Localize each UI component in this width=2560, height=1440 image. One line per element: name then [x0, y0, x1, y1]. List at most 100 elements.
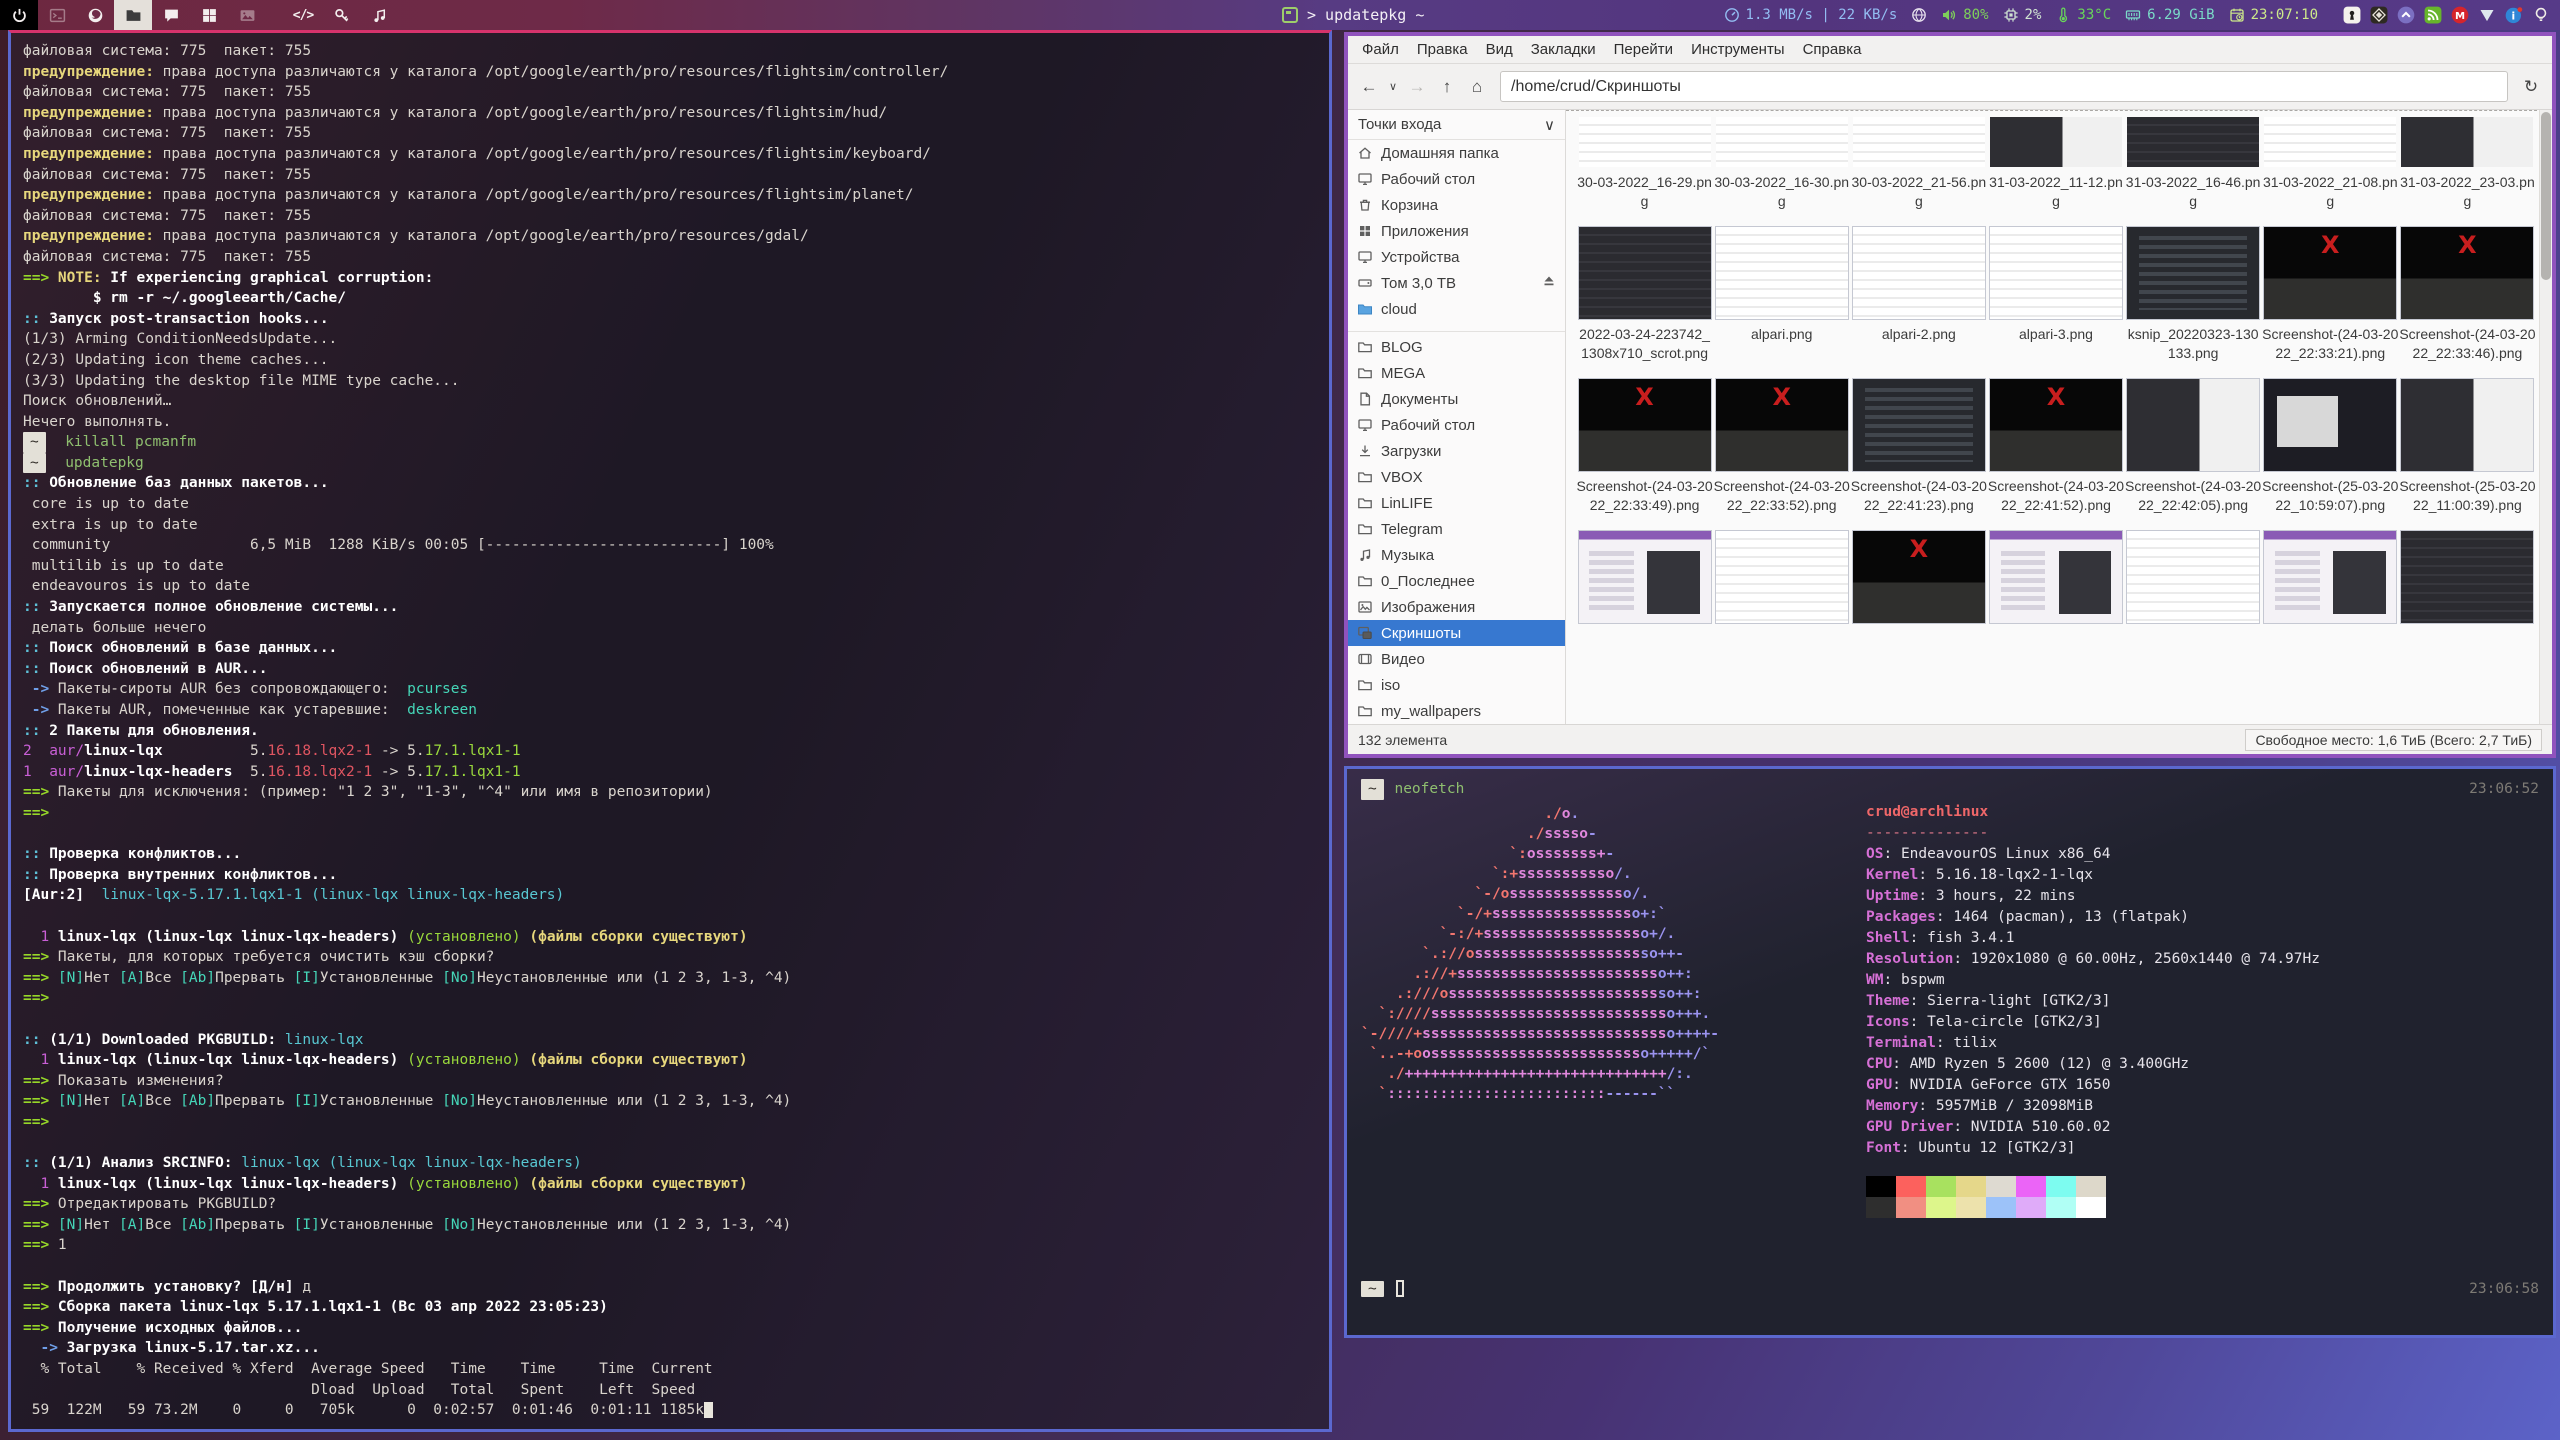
file-item[interactable] — [1713, 531, 1850, 623]
terminal-line: предупреждение: права доступа различаютс… — [23, 226, 1317, 247]
sidebar-item-Загрузки[interactable]: Загрузки — [1348, 438, 1565, 464]
neofetch-terminal-window[interactable]: ~ neofetch 23:06:52 ./o. ./sssso- `:osss… — [1344, 766, 2556, 1338]
sidebar-item-Музыка[interactable]: Музыка — [1348, 542, 1565, 568]
terminal-icon[interactable] — [38, 0, 76, 30]
keyhole-icon[interactable] — [2342, 6, 2361, 25]
file-item[interactable]: 30-03-2022_16-30.png — [1713, 117, 1850, 211]
file-item[interactable]: 31-03-2022_11-12.png — [1987, 117, 2124, 211]
power-icon[interactable] — [0, 0, 38, 30]
m-badge-icon[interactable]: M — [2450, 6, 2469, 25]
focused-window-title[interactable]: > updatepkg ~ — [1282, 0, 1424, 30]
gallery-icon[interactable] — [228, 0, 266, 30]
sidebar-item-VBOX[interactable]: VBOX — [1348, 464, 1565, 490]
sidebar-item-Том 3,0 TB[interactable]: Том 3,0 TB — [1348, 270, 1565, 296]
sidebar-item-Устройства[interactable]: Устройства — [1348, 244, 1565, 270]
menu-go[interactable]: Перейти — [1606, 39, 1681, 60]
menu-bookmarks[interactable]: Закладки — [1523, 39, 1604, 60]
windows-icon[interactable] — [190, 0, 228, 30]
forward-button[interactable]: → — [1404, 72, 1430, 102]
up-button[interactable]: ↑ — [1434, 72, 1460, 102]
info-icon[interactable]: i — [2504, 6, 2523, 25]
sidebar-item-Домашняя папка[interactable]: Домашняя папка — [1348, 140, 1565, 166]
firefox-icon[interactable] — [76, 0, 114, 30]
sidebar-item-label: my_wallpapers — [1381, 703, 1481, 720]
file-item[interactable] — [2262, 531, 2399, 623]
code-icon[interactable]: </> — [284, 0, 322, 30]
sidebar-item-Рабочий стол[interactable]: Рабочий стол — [1348, 166, 1565, 192]
file-item[interactable]: 30-03-2022_21-56.png — [1850, 117, 1987, 211]
sidebar-item-Документы[interactable]: Документы — [1348, 386, 1565, 412]
sidebar-item-iso[interactable]: iso — [1348, 672, 1565, 698]
terminal-line: -> Загрузка linux-5.17.tar.xz... — [23, 1338, 1317, 1359]
file-item[interactable]: ksnip_20220323-130133.png — [2125, 227, 2262, 363]
menu-help[interactable]: Справка — [1795, 39, 1870, 60]
bulb-icon[interactable] — [2531, 6, 2550, 25]
file-item[interactable]: 31-03-2022_16-46.png — [2125, 117, 2262, 211]
sidebar-item-Видео[interactable]: Видео — [1348, 646, 1565, 672]
file-item[interactable]: Screenshot-(25-03-2022_10:59:07).png — [2262, 379, 2399, 515]
scrollbar-handle[interactable] — [2541, 112, 2551, 280]
sidebar-item-LinLIFE[interactable]: LinLIFE — [1348, 490, 1565, 516]
file-item[interactable]: Screenshot-(24-03-2022_22:33:21).png — [2262, 227, 2399, 363]
desktop-icon — [1356, 417, 1373, 434]
sidebar-mode-select[interactable]: Точки входа ∨ — [1348, 110, 1565, 140]
eject-icon[interactable] — [1541, 273, 1557, 293]
key-icon[interactable] — [322, 0, 360, 30]
menu-view[interactable]: Вид — [1478, 39, 1521, 60]
terminal-line: ==> — [23, 803, 1317, 824]
sidebar-item-Telegram[interactable]: Telegram — [1348, 516, 1565, 542]
wifi-icon[interactable] — [2477, 6, 2496, 25]
sidebar-item-Корзина[interactable]: Корзина — [1348, 192, 1565, 218]
file-item[interactable]: 31-03-2022_21-08.png — [2262, 117, 2399, 211]
file-item[interactable]: Screenshot-(25-03-2022_11:00:39).png — [2399, 379, 2536, 515]
file-item[interactable]: Screenshot-(24-03-2022_22:42:05).png — [2125, 379, 2262, 515]
sidebar-item-MEGA[interactable]: MEGA — [1348, 360, 1565, 386]
chat-icon[interactable] — [152, 0, 190, 30]
menu-edit[interactable]: Правка — [1409, 39, 1476, 60]
reload-button[interactable]: ↻ — [2518, 72, 2544, 102]
path-bar[interactable]: /home/crud/Скриншоты — [1500, 71, 2508, 102]
sidebar-item-cloud[interactable]: cloud — [1348, 296, 1565, 322]
sidebar-item-my_wallpapers[interactable]: my_wallpapers — [1348, 698, 1565, 724]
music-icon[interactable] — [360, 0, 398, 30]
sidebar-item-Скриншоты[interactable]: Скриншоты — [1348, 620, 1565, 646]
file-item[interactable]: 31-03-2022_23-03.png — [2399, 117, 2536, 211]
sidebar-item-Изображения[interactable]: Изображения — [1348, 594, 1565, 620]
file-item[interactable]: Screenshot-(24-03-2022_22:41:52).png — [1987, 379, 2124, 515]
file-item[interactable] — [2399, 531, 2536, 623]
sidebar-item-Рабочий стол[interactable]: Рабочий стол — [1348, 412, 1565, 438]
history-dropdown-icon[interactable]: ∨ — [1386, 72, 1400, 102]
files-icon[interactable] — [114, 0, 152, 30]
file-item[interactable]: 2022-03-24-223742_1308x710_scrot.png — [1576, 227, 1713, 363]
sidebar-item-label: iso — [1381, 677, 1400, 694]
ascii-art-line: .://+ssssssssssssssssssssssso++: — [1361, 964, 1866, 984]
file-item[interactable]: alpari.png — [1713, 227, 1850, 363]
file-item[interactable]: alpari-3.png — [1987, 227, 2124, 363]
file-item[interactable] — [1987, 531, 2124, 623]
neofetch-info-line: Theme: Sierra-light [GTK2/3] — [1866, 991, 2539, 1012]
rss-icon[interactable] — [2423, 6, 2442, 25]
file-pane-scrollbar[interactable] — [2539, 110, 2552, 724]
sidebar-item-Приложения[interactable]: Приложения — [1348, 218, 1565, 244]
file-item[interactable] — [1850, 531, 1987, 623]
mega-icon[interactable] — [2396, 6, 2415, 25]
menu-file[interactable]: Файл — [1354, 39, 1407, 60]
file-item[interactable]: Screenshot-(24-03-2022_22:33:52).png — [1713, 379, 1850, 515]
volume-indicator[interactable]: 80% — [1941, 7, 1988, 23]
file-item[interactable]: Screenshot-(24-03-2022_22:33:49).png — [1576, 379, 1713, 515]
sidebar-item-BLOG[interactable]: BLOG — [1348, 334, 1565, 360]
update-terminal-window[interactable]: файловая система: 775 пакет: 755предупре… — [8, 30, 1332, 1432]
file-item[interactable] — [1576, 531, 1713, 623]
back-button[interactable]: ← — [1356, 72, 1382, 102]
sidebar-item-0_Последнее[interactable]: 0_Последнее — [1348, 568, 1565, 594]
file-item[interactable]: Screenshot-(24-03-2022_22:33:46).png — [2399, 227, 2536, 363]
home-button[interactable]: ⌂ — [1464, 72, 1490, 102]
file-item[interactable]: alpari-2.png — [1850, 227, 1987, 363]
menu-tools[interactable]: Инструменты — [1683, 39, 1793, 60]
diamond-icon[interactable] — [2369, 6, 2388, 25]
terminal-line — [23, 1132, 1317, 1153]
file-item[interactable]: 30-03-2022_16-29.png — [1576, 117, 1713, 211]
file-item[interactable]: Screenshot-(24-03-2022_22:41:23).png — [1850, 379, 1987, 515]
file-item[interactable] — [2125, 531, 2262, 623]
clock-indicator[interactable]: 23:07:10 — [2229, 7, 2318, 23]
